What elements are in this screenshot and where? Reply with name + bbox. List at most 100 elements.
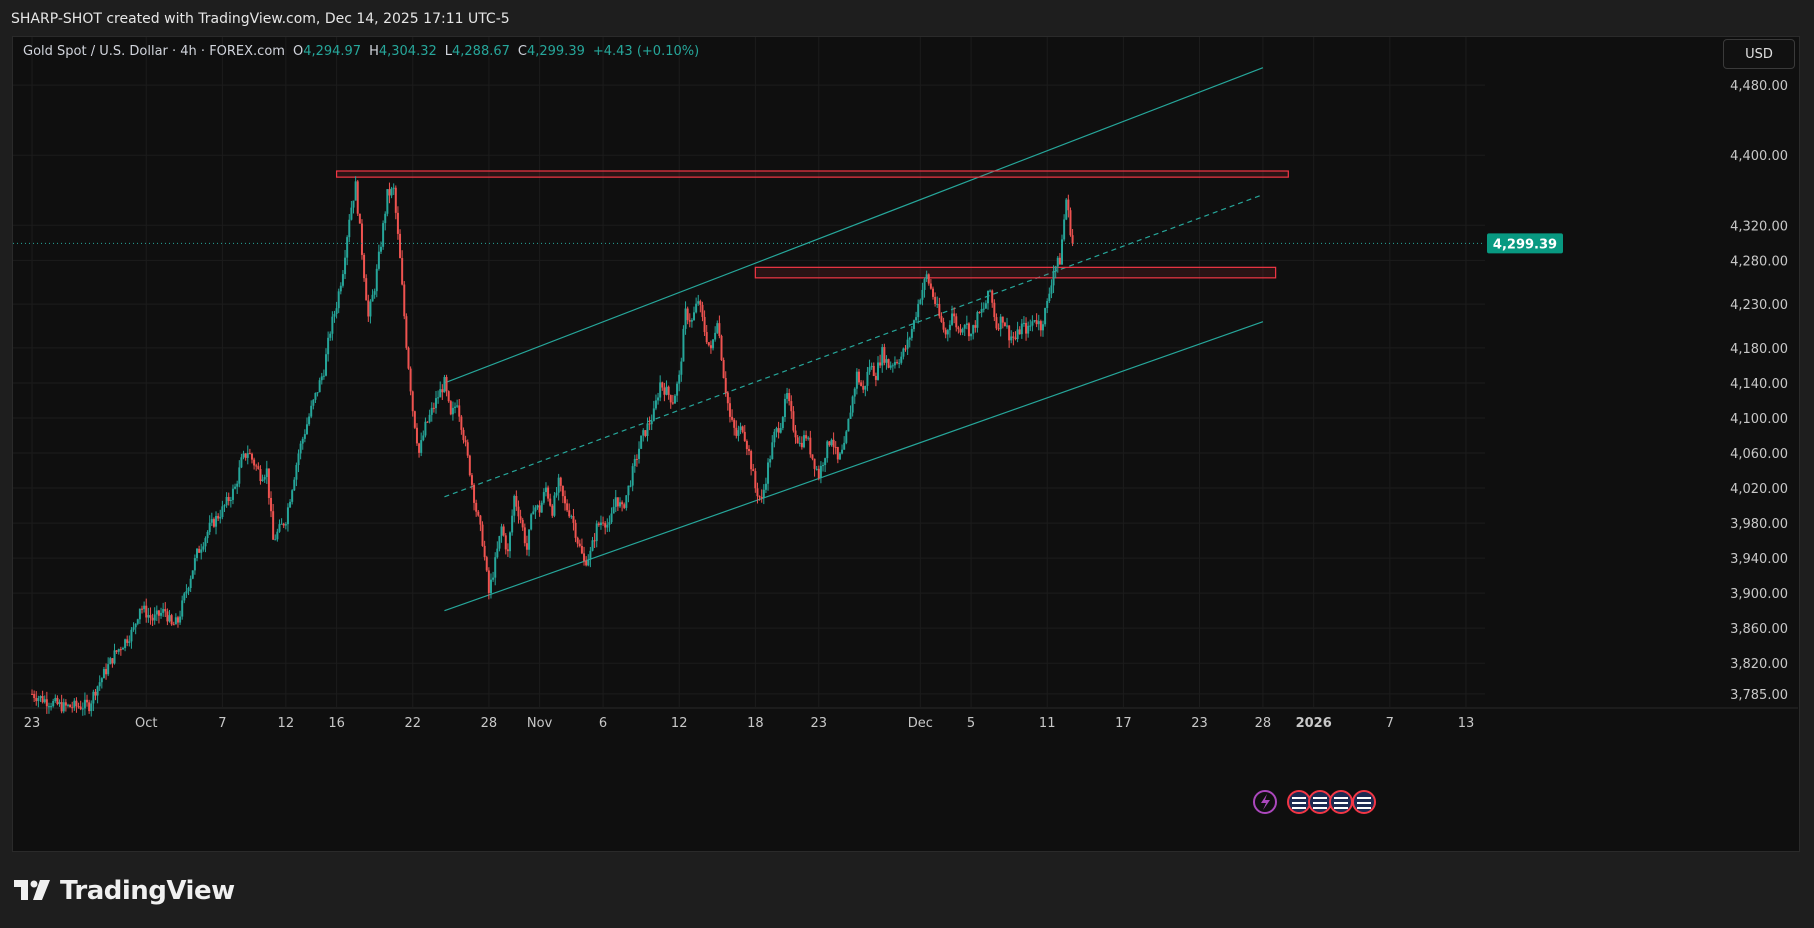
high-value: 4,304.32 [379, 44, 437, 59]
candle [166, 611, 169, 622]
candle [250, 453, 253, 460]
candle [380, 246, 382, 252]
candle [832, 439, 835, 447]
candle [62, 702, 65, 712]
time-tick-label: 12 [671, 716, 688, 731]
candle [172, 624, 175, 626]
candle [1020, 323, 1023, 335]
candle [454, 406, 457, 408]
candle [460, 416, 463, 430]
candle [253, 459, 256, 466]
us-flag-icon[interactable] [1308, 790, 1332, 814]
candle [745, 440, 748, 450]
candle [756, 488, 759, 497]
time-tick-label: 16 [328, 716, 345, 731]
candle [752, 469, 755, 472]
candle [1063, 219, 1066, 240]
candle [54, 697, 57, 702]
candle [403, 284, 406, 317]
candle [822, 465, 825, 467]
candle [261, 479, 264, 482]
price-chart[interactable]: 4,480.00 4,400.00 4,320.00 4,280.00 4,230.00… [13, 37, 1801, 853]
candle [217, 515, 220, 519]
candle [210, 519, 213, 523]
candle [280, 523, 283, 525]
candle [792, 411, 795, 431]
candle [297, 453, 300, 466]
candle [642, 430, 645, 436]
candle [986, 290, 989, 304]
candle [231, 488, 234, 500]
tradingview-logo[interactable]: TradingView [14, 876, 235, 906]
candle [204, 538, 207, 547]
candle [81, 708, 84, 710]
chart-panel[interactable]: 4,480.00 4,400.00 4,320.00 4,280.00 4,230.00… [12, 36, 1800, 852]
price-tick-label: 3,940.00 [1730, 552, 1788, 567]
price-tick-label: 4,400.00 [1730, 149, 1788, 164]
price-axis[interactable]: 4,480.00 4,400.00 4,320.00 4,280.00 4,230.00… [1730, 79, 1788, 703]
economic-events[interactable] [1253, 790, 1376, 814]
candle [86, 699, 89, 703]
candle [906, 339, 909, 349]
candle [449, 401, 452, 415]
candle [665, 386, 668, 395]
candle [652, 408, 655, 421]
candle [439, 389, 442, 398]
price-tick-label: 3,820.00 [1730, 657, 1788, 672]
candle [124, 639, 127, 649]
us-flag-icon[interactable] [1329, 790, 1353, 814]
candle [819, 465, 822, 479]
candle [673, 395, 676, 404]
candle [703, 316, 706, 333]
candle [43, 699, 46, 703]
time-axis[interactable]: 23 Oct 7 12 16 22 28 Nov 6 12 18 23 Dec 5 11 17 23 28 2026… [24, 716, 1474, 731]
candle [157, 610, 160, 616]
candle [910, 329, 913, 338]
candle [870, 365, 873, 368]
candle [559, 477, 562, 486]
candle [830, 439, 833, 446]
time-tick-label: 2026 [1296, 716, 1332, 731]
candle [999, 316, 1002, 330]
candle [134, 623, 137, 628]
candle [98, 682, 101, 687]
candle [276, 531, 279, 540]
candle [676, 383, 679, 396]
candle [564, 496, 566, 504]
candle [1027, 325, 1030, 334]
time-tick-label: 23 [811, 716, 828, 731]
candle [464, 440, 467, 443]
candle [434, 398, 437, 409]
candle [320, 376, 323, 381]
candle [838, 453, 841, 460]
candle [145, 605, 148, 618]
candle [356, 181, 359, 214]
candle [963, 324, 966, 329]
candle [902, 348, 905, 357]
candle [346, 237, 349, 258]
candle [872, 365, 875, 377]
candle [240, 457, 243, 468]
candle [333, 313, 336, 317]
candle [750, 451, 753, 470]
candle [625, 495, 628, 508]
lightning-icon [1261, 794, 1270, 810]
candle [50, 706, 53, 708]
candle [413, 411, 416, 428]
candle [864, 385, 867, 390]
candle [75, 700, 78, 707]
candle [699, 301, 702, 305]
candle [989, 290, 992, 292]
candle [489, 579, 492, 594]
candle [661, 382, 664, 388]
candle [635, 458, 638, 460]
currency-button[interactable]: USD [1723, 39, 1795, 69]
candle [354, 181, 357, 201]
us-flag-icon[interactable] [1287, 790, 1311, 814]
candle [716, 323, 719, 333]
us-flag-icon[interactable] [1352, 790, 1376, 814]
candle [305, 424, 308, 435]
candle [904, 348, 907, 350]
candle [748, 449, 750, 452]
symbol-legend: Gold Spot / U.S. Dollar · 4h · FOREX.com… [23, 44, 699, 59]
